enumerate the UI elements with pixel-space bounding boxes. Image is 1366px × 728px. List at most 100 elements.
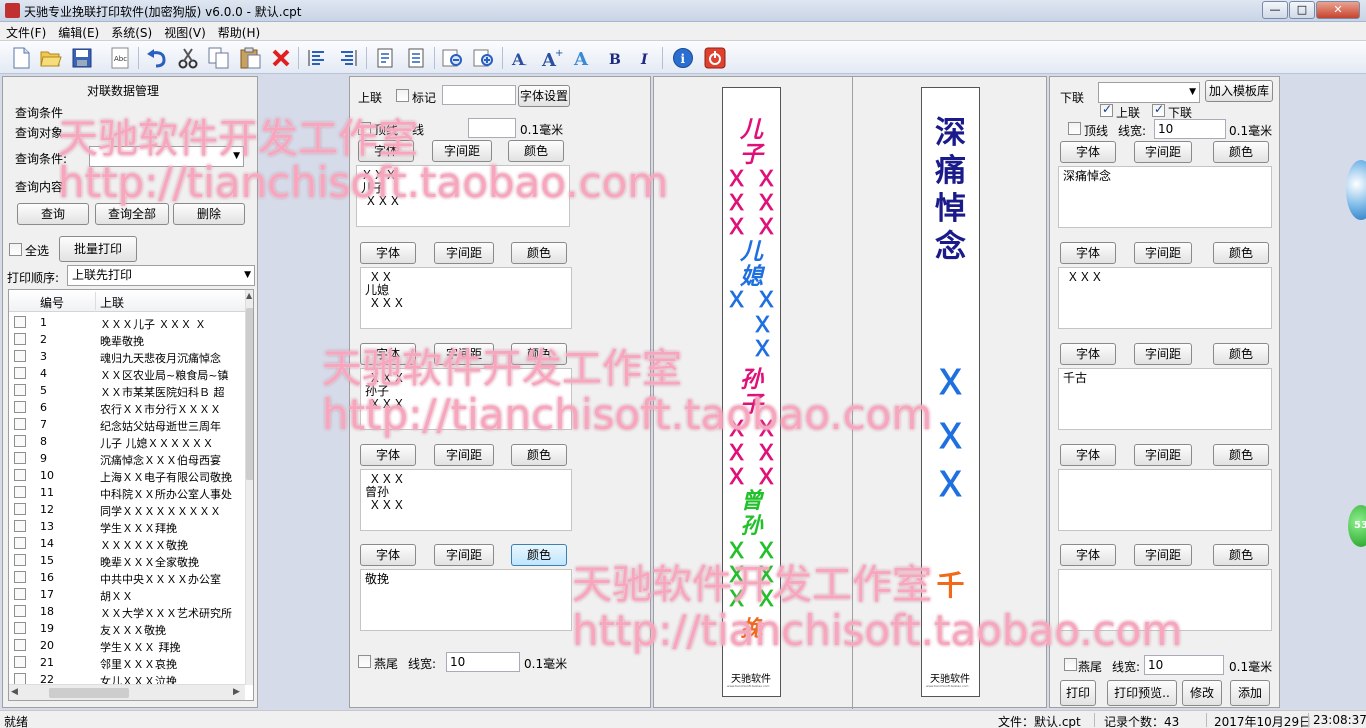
row-checkbox[interactable] xyxy=(14,401,26,413)
delete-button[interactable]: 删除 xyxy=(173,203,245,225)
row-checkbox[interactable] xyxy=(14,469,26,481)
font-setting-button[interactable]: 字体设置 xyxy=(518,85,570,107)
save-icon[interactable] xyxy=(70,46,94,70)
table-row[interactable]: 1 ＸＸＸ儿子 ＸＸＸ Ｘ xyxy=(9,314,245,331)
print-button[interactable]: 打印 xyxy=(1060,680,1096,706)
table-row[interactable]: 6 农行ＸＸ市分行ＸＸＸＸ xyxy=(9,399,245,416)
lower-text-area[interactable]: ＸＸＸ xyxy=(1058,267,1272,329)
select-all-checkbox[interactable] xyxy=(9,243,22,256)
row-checkbox[interactable] xyxy=(14,588,26,600)
table-row[interactable]: 3 魂归九天悲夜月沉痛悼念 xyxy=(9,348,245,365)
table-vscroll-thumb[interactable] xyxy=(246,308,253,480)
lower-text-area[interactable]: 深痛悼念 xyxy=(1058,166,1272,228)
table-row[interactable]: 4 ＸＸ区农业局~粮食局~镇 xyxy=(9,365,245,382)
menu-help[interactable]: 帮助(H) xyxy=(212,22,266,43)
lower-chk-lower[interactable] xyxy=(1152,102,1165,117)
lower-color-button[interactable]: 颜色 xyxy=(1213,141,1269,163)
row-checkbox[interactable] xyxy=(14,350,26,362)
upper-font-button[interactable]: 字体 xyxy=(360,242,416,264)
col-header-text[interactable]: 上联 xyxy=(100,294,124,311)
table-row[interactable]: 15 晚辈ＸＸＸ全家敬挽 xyxy=(9,552,245,569)
menu-view[interactable]: 视图(V) xyxy=(158,22,212,43)
table-row[interactable]: 19 友ＸＸＸ敬挽 xyxy=(9,620,245,637)
lower-font-button[interactable]: 字体 xyxy=(1060,141,1116,163)
mark-checkbox[interactable] xyxy=(396,89,409,102)
upper-font-button[interactable]: 字体 xyxy=(358,140,414,162)
row-checkbox[interactable] xyxy=(14,622,26,634)
lower-spacing-button[interactable]: 字间距 xyxy=(1134,343,1192,365)
upper-linewidth-input[interactable]: 10 xyxy=(446,652,520,672)
query-button[interactable]: 查询 xyxy=(17,203,89,225)
table-row[interactable]: 14 ＸＸＸＸＸＸ敬挽 xyxy=(9,535,245,552)
minimize-button[interactable]: — xyxy=(1262,1,1288,19)
lower-color-button[interactable]: 颜色 xyxy=(1213,544,1269,566)
row-checkbox[interactable] xyxy=(14,384,26,396)
side-widget-icon[interactable] xyxy=(1346,160,1366,220)
scroll-up-icon[interactable]: ▲ xyxy=(246,291,252,300)
paste-icon[interactable] xyxy=(238,46,262,70)
row-checkbox[interactable] xyxy=(14,452,26,464)
row-checkbox[interactable] xyxy=(14,486,26,498)
font-smaller-icon[interactable]: A- xyxy=(509,46,533,70)
upper-color-button[interactable]: 颜色 xyxy=(508,140,564,162)
table-row[interactable]: 8 儿子 儿媳ＸＸＸＸＸＸ xyxy=(9,433,245,450)
lower-text-area[interactable]: 千古 xyxy=(1058,368,1272,430)
table-hscroll-thumb[interactable] xyxy=(49,688,129,698)
align-left-icon[interactable] xyxy=(305,46,329,70)
side-badge[interactable]: 53 xyxy=(1348,505,1366,547)
align-right-icon[interactable] xyxy=(336,46,360,70)
lower-spacing-button[interactable]: 字间距 xyxy=(1134,242,1192,264)
maximize-button[interactable]: □ xyxy=(1289,1,1315,19)
close-button[interactable]: ✕ xyxy=(1316,1,1360,19)
batch-print-button[interactable]: 批量打印 xyxy=(59,236,137,262)
row-checkbox[interactable] xyxy=(14,537,26,549)
upper-topline-width-input[interactable] xyxy=(468,118,516,138)
upper-color-button[interactable]: 颜色 xyxy=(511,544,567,566)
row-checkbox[interactable] xyxy=(14,333,26,345)
page-prev-icon[interactable] xyxy=(373,46,397,70)
row-checkbox[interactable] xyxy=(14,520,26,532)
lower-font-button[interactable]: 字体 xyxy=(1060,242,1116,264)
upper-color-button[interactable]: 颜色 xyxy=(511,343,567,365)
cut-icon[interactable] xyxy=(176,46,200,70)
new-file-icon[interactable] xyxy=(9,46,33,70)
table-row[interactable]: 10 上海ＸＸ电子有限公司敬挽 xyxy=(9,467,245,484)
menu-edit[interactable]: 编辑(E) xyxy=(52,22,105,43)
exit-icon[interactable] xyxy=(703,46,727,70)
lower-font-button[interactable]: 字体 xyxy=(1060,544,1116,566)
delete-icon[interactable] xyxy=(269,46,293,70)
table-row[interactable]: 21 邻里ＸＸＸ哀挽 xyxy=(9,654,245,671)
table-row[interactable]: 9 沉痛悼念ＸＸＸ伯母西宴 xyxy=(9,450,245,467)
bold-icon[interactable]: B xyxy=(602,46,626,70)
row-checkbox[interactable] xyxy=(14,435,26,447)
add-template-button[interactable]: 加入模板库 xyxy=(1205,80,1273,102)
table-row[interactable]: 12 同学ＸＸＸＸＸＸＸＸＸ xyxy=(9,501,245,518)
lower-text-area[interactable] xyxy=(1058,469,1272,531)
row-checkbox[interactable] xyxy=(14,605,26,617)
table-row[interactable]: 7 纪念姑父姑母逝世三周年 xyxy=(9,416,245,433)
print-order-select[interactable]: 上联先打印 ▼ xyxy=(67,265,255,286)
lower-font-button[interactable]: 字体 xyxy=(1060,343,1116,365)
table-row[interactable]: 18 ＸＸ大学ＸＸＸ艺术研究所 xyxy=(9,603,245,620)
table-row[interactable]: 17 胡ＸＸ xyxy=(9,586,245,603)
add-button[interactable]: 添加 xyxy=(1230,680,1270,706)
row-checkbox[interactable] xyxy=(14,367,26,379)
upper-text-area[interactable]: ＸＸＸ 孙子 ＸＸＸ xyxy=(360,368,572,430)
info-icon[interactable]: i xyxy=(671,46,695,70)
table-hscroll[interactable]: ◀ ▶ xyxy=(9,684,245,700)
upper-color-button[interactable]: 颜色 xyxy=(511,444,567,466)
upper-text-area[interactable]: 敬挽 xyxy=(360,569,572,631)
table-row[interactable]: 16 中共中央ＸＸＸＸ办公室 xyxy=(9,569,245,586)
spell-icon[interactable]: Abc xyxy=(108,46,132,70)
lower-topline-checkbox[interactable] xyxy=(1068,122,1081,135)
lower-chk-upper[interactable] xyxy=(1100,102,1113,117)
lower-font-button[interactable]: 字体 xyxy=(1060,444,1116,466)
zoom-in-icon[interactable] xyxy=(472,46,496,70)
upper-topline-checkbox[interactable] xyxy=(358,122,371,135)
upper-spacing-button[interactable]: 字间距 xyxy=(434,544,494,566)
scroll-right-icon[interactable]: ▶ xyxy=(233,687,240,697)
template-combo[interactable]: ▼ xyxy=(1098,82,1200,103)
lower-color-button[interactable]: 颜色 xyxy=(1213,242,1269,264)
upper-text-area[interactable]: ＸＸ 儿媳 ＸＸＸ xyxy=(360,267,572,329)
row-checkbox[interactable] xyxy=(14,639,26,651)
